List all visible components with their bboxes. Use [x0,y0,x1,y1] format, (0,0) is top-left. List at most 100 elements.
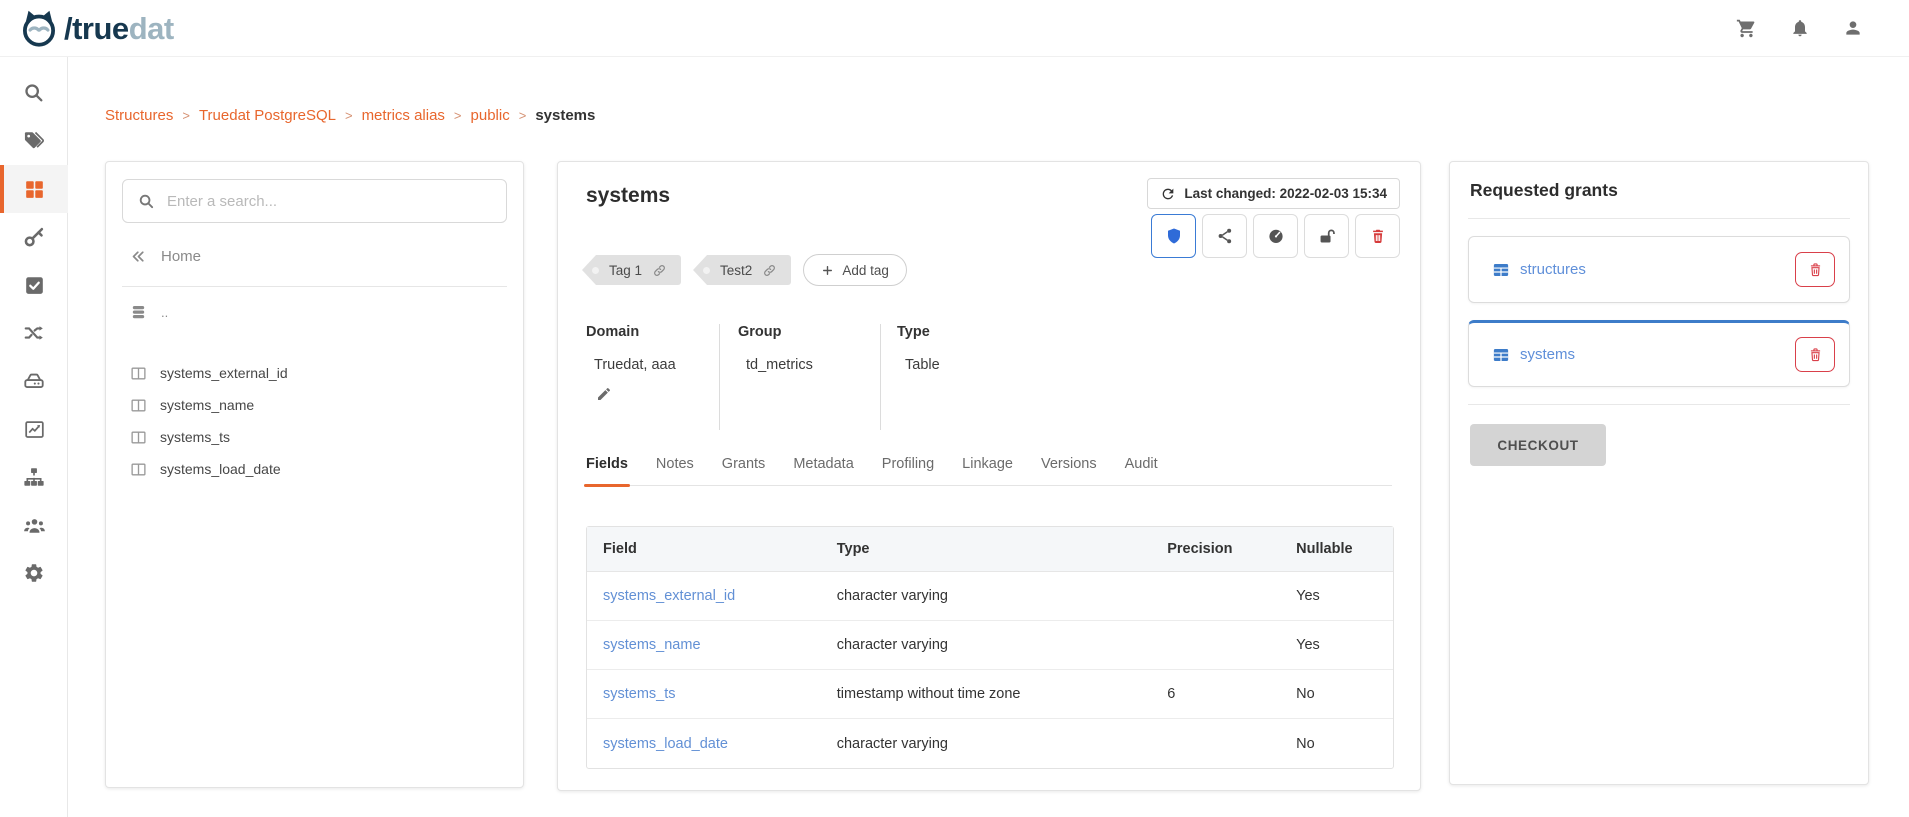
notifications-button[interactable] [1790,18,1810,38]
home-link[interactable]: Home [130,248,201,265]
server-icon [23,370,45,392]
list-item-field[interactable]: systems_external_id [130,357,507,389]
trash-outline-icon [1807,346,1824,363]
field-link[interactable]: systems_name [603,637,701,653]
table-row: systems_load_date character varying No [587,719,1393,768]
sidebar-item-settings[interactable] [0,549,68,597]
tag-chip[interactable]: Tag 1 [582,255,681,285]
key-icon [23,226,45,248]
last-changed-refresh-button[interactable]: Last changed: 2022-02-03 15:34 [1147,178,1400,209]
cart-button[interactable] [1736,18,1757,39]
field-label: systems_name [160,397,254,413]
unlock-icon [1317,227,1336,246]
tag-chip[interactable]: Test2 [693,255,791,285]
sidebar-item-approvals[interactable] [0,261,68,309]
sidebar-item-systems[interactable] [0,357,68,405]
columns-icon [130,365,147,382]
truedat-logo[interactable]: /truedat [16,6,174,50]
cart-icon [1736,18,1757,39]
profile-button[interactable] [1843,18,1863,38]
profiling-gauge-button[interactable] [1253,214,1298,258]
delete-structure-button[interactable] [1355,214,1400,258]
group-label: Group [738,324,880,340]
column-header-field: Field [587,527,821,572]
breadcrumb-separator: > [454,108,462,123]
remove-grant-button[interactable] [1795,337,1835,372]
breadcrumb-separator: > [345,108,353,123]
gear-icon [23,562,45,584]
protect-button[interactable] [1151,214,1196,258]
sidebar-item-relations[interactable] [0,309,68,357]
parent-folder-label: .. [161,305,168,320]
tab-notes[interactable]: Notes [656,456,694,485]
field-type-cell: character varying [821,621,1151,670]
field-link[interactable]: systems_load_date [603,736,728,752]
field-precision-cell [1151,621,1280,670]
tab-fields[interactable]: Fields [586,456,628,485]
grid-icon [24,179,45,200]
search-input[interactable] [167,193,506,210]
sidebar-item-tags[interactable] [0,117,68,165]
checkout-button[interactable]: CHECKOUT [1470,424,1606,466]
structure-actions [1151,214,1400,258]
remove-grant-button[interactable] [1795,252,1835,287]
table-row: systems_ts timestamp without time zone 6… [587,670,1393,719]
edit-domain-button[interactable] [596,386,612,402]
list-item-field[interactable]: systems_load_date [130,453,507,485]
table-header-row: Field Type Precision Nullable [587,527,1393,572]
breadcrumb-link-schema[interactable]: public [471,107,510,124]
structure-explorer-panel: Home .. systems_external_id systems_name… [105,161,524,788]
add-tag-button[interactable]: Add tag [803,254,907,286]
grants-divider [1468,404,1850,405]
unlock-button[interactable] [1304,214,1349,258]
column-header-nullable: Nullable [1280,527,1393,572]
logo-text: /truedat [64,13,174,44]
tab-linkage[interactable]: Linkage [962,456,1013,485]
list-item-field[interactable]: systems_ts [130,421,507,453]
grant-link-systems[interactable]: systems [1492,346,1575,364]
tab-profiling[interactable]: Profiling [882,456,934,485]
search-icon [123,193,155,210]
bell-icon [1790,18,1810,38]
link-icon [762,263,777,278]
explorer-divider [122,286,507,287]
field-precision-cell [1151,572,1280,621]
share-button[interactable] [1202,214,1247,258]
type-value: Table [905,357,1394,373]
chevron-double-left-icon [130,248,147,265]
field-link[interactable]: systems_ts [603,686,676,702]
sidebar-item-user-groups[interactable] [0,501,68,549]
fields-table: Field Type Precision Nullable systems_ex… [586,526,1394,769]
tag-label: Tag 1 [609,263,642,278]
meta-group: Group td_metrics [719,324,880,430]
sidebar-item-quality[interactable] [0,405,68,453]
page-title: systems [586,184,670,208]
field-link[interactable]: systems_external_id [603,588,735,604]
sidebar-item-search[interactable] [0,69,68,117]
sidebar-item-catalog[interactable] [0,165,68,213]
field-label: systems_external_id [160,365,288,381]
structure-detail-panel: systems Last changed: 2022-02-03 15:34 [557,161,1421,791]
tab-versions[interactable]: Versions [1041,456,1097,485]
sidebar [0,57,68,817]
sidebar-item-permissions[interactable] [0,213,68,261]
list-item-field[interactable]: systems_name [130,389,507,421]
columns-icon [130,461,147,478]
field-precision-cell [1151,719,1280,768]
tab-audit[interactable]: Audit [1125,456,1158,485]
domain-label: Domain [586,324,719,340]
breadcrumb-link-system[interactable]: Truedat PostgreSQL [199,107,336,124]
tab-metadata[interactable]: Metadata [793,456,853,485]
breadcrumb-link-database[interactable]: metrics alias [362,107,445,124]
field-label: systems_ts [160,429,230,445]
sidebar-item-lineage[interactable] [0,453,68,501]
search-box [122,179,507,223]
add-tag-label: Add tag [842,263,889,278]
breadcrumb-link-structures[interactable]: Structures [105,107,173,124]
tab-grants[interactable]: Grants [722,456,766,485]
parent-folder-item[interactable]: .. [130,304,507,321]
grant-link-structures[interactable]: structures [1492,261,1586,279]
meta-domain: Domain Truedat, aaa [586,324,719,430]
field-nullable-cell: No [1280,719,1393,768]
plus-icon [821,264,834,277]
